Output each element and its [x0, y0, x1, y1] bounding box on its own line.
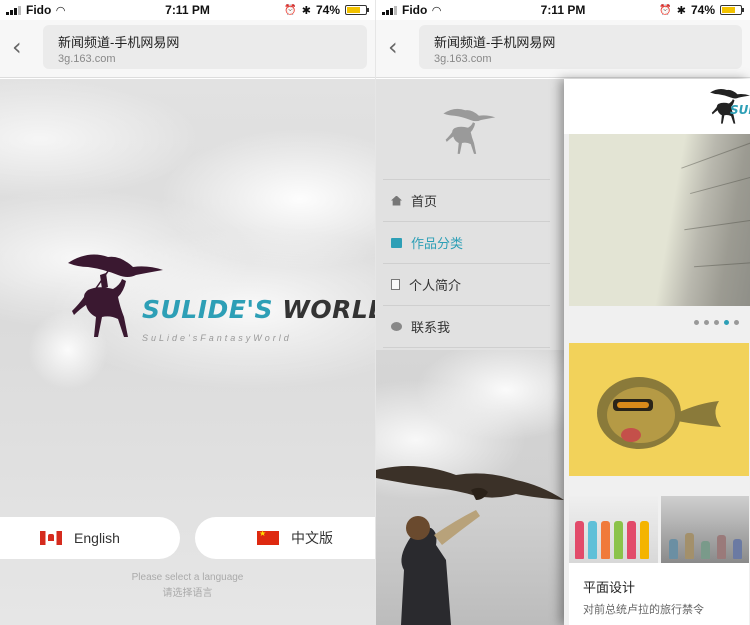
- bluetooth-icon: ✱: [301, 4, 311, 17]
- carousel-indicators: [694, 320, 739, 325]
- browser-address-bar: ‹ 新闻频道-手机网易网 3g.163.com: [0, 20, 375, 78]
- fish-illustration: [597, 377, 721, 449]
- alarm-icon: ⏰: [284, 4, 297, 16]
- language-prompt-zh: 请选择语言: [162, 588, 213, 599]
- menu-item-label: 首页: [411, 194, 438, 209]
- menu-item-label: 个人简介: [409, 278, 462, 293]
- header-logo-text: SULI: [730, 103, 750, 117]
- menu-item-home[interactable]: 首页: [383, 180, 550, 222]
- language-prompt: Please select a language 请选择语言: [0, 570, 375, 602]
- alarm-icon: ⏰: [659, 4, 672, 16]
- menu-item-contact[interactable]: 联系我: [383, 306, 550, 348]
- back-chevron-icon[interactable]: ‹: [12, 35, 32, 59]
- folder-icon: [391, 237, 402, 248]
- carousel-slide[interactable]: [569, 134, 750, 306]
- status-bar: Fido ◠ 7:11 PM ⏰ ✱ 74%: [376, 0, 750, 20]
- page-title: 新闻频道-手机网易网: [58, 35, 180, 50]
- bottles-thumbnail[interactable]: [569, 496, 658, 563]
- main-header: SULI: [564, 79, 750, 134]
- bluetooth-icon: ✱: [676, 4, 686, 17]
- shop-shelf-thumbnail[interactable]: [661, 496, 749, 563]
- main-page-preview[interactable]: SULI: [564, 79, 750, 625]
- battery-icon: [345, 5, 369, 15]
- carousel-dot[interactable]: [704, 320, 709, 325]
- back-chevron-icon[interactable]: ‹: [388, 35, 408, 59]
- featured-card-title: 平面设计: [583, 580, 636, 595]
- document-icon: [391, 279, 400, 290]
- page-title: 新闻频道-手机网易网: [434, 35, 556, 50]
- page-host: 3g.163.com: [58, 53, 116, 65]
- featured-card-description: 对前总统卢拉的旅行禁令: [583, 604, 704, 616]
- logo-title: SULIDE'S WORLD: [142, 295, 375, 324]
- horse-rider-emblem-icon: [443, 108, 496, 154]
- chinese-label: 中文版: [291, 530, 333, 546]
- home-icon: [391, 195, 402, 206]
- battery-percent: 74%: [315, 3, 340, 17]
- carousel-dot[interactable]: [734, 320, 739, 325]
- menu-item-label: 作品分类: [411, 236, 464, 251]
- url-field[interactable]: 新闻频道-手机网易网 3g.163.com: [43, 25, 367, 69]
- menu-list: 首页 作品分类 个人简介 联系我: [383, 179, 550, 348]
- sulide-logo: SULIDE'S WORLD SuLide'sFantasyWorld: [58, 245, 375, 355]
- featured-card-info[interactable]: 平面设计 对前总统卢拉的旅行禁令: [569, 563, 749, 625]
- side-menu: 首页 作品分类 个人简介 联系我: [376, 79, 564, 625]
- english-language-button[interactable]: English: [0, 517, 180, 559]
- page-host: 3g.163.com: [434, 53, 492, 65]
- battery-percent: 74%: [690, 3, 715, 17]
- language-select-screen: Fido ◠ 7:11 PM ⏰ ✱ 74% ‹ 新闻频道-手机网易网 3g.1…: [0, 0, 375, 625]
- falconer-photo: [376, 466, 564, 625]
- menu-item-label: 联系我: [411, 320, 451, 335]
- language-prompt-en: Please select a language: [131, 572, 244, 583]
- menu-item-works[interactable]: 作品分类: [383, 222, 550, 264]
- battery-icon: [720, 5, 744, 15]
- canada-flag-icon: [40, 531, 63, 545]
- china-flag-icon: [257, 529, 279, 545]
- menu-open-screen: Fido ◠ 7:11 PM ⏰ ✱ 74% ‹ 新闻频道-手机网易网 3g.1…: [375, 0, 750, 625]
- browser-address-bar: ‹ 新闻频道-手机网易网 3g.163.com: [376, 20, 750, 78]
- carousel-dot[interactable]: [694, 320, 699, 325]
- chat-icon: [391, 322, 402, 331]
- url-field[interactable]: 新闻频道-手机网易网 3g.163.com: [419, 25, 742, 69]
- menu-item-profile[interactable]: 个人简介: [383, 264, 550, 306]
- status-bar: Fido ◠ 7:11 PM ⏰ ✱ 74%: [0, 0, 375, 20]
- carousel-dot[interactable]: [714, 320, 719, 325]
- fish-illustration-card[interactable]: [569, 343, 749, 476]
- chinese-language-button[interactable]: 中文版: [195, 517, 375, 559]
- english-label: English: [74, 530, 120, 546]
- carousel-dot-active[interactable]: [724, 320, 729, 325]
- logo-tagline: SuLide'sFantasyWorld: [142, 333, 292, 343]
